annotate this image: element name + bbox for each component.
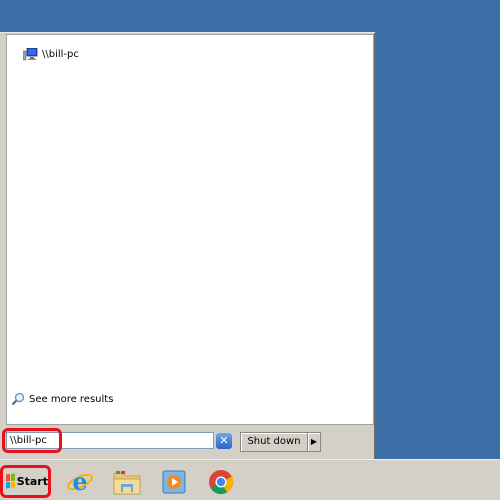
shut-down-button[interactable]: Shut down	[240, 432, 308, 452]
start-menu-bottom-bar: \\bill-pc ✕ Shut down ▶	[0, 425, 374, 459]
clear-search-button[interactable]: ✕	[216, 433, 232, 449]
see-more-results-link[interactable]: See more results	[11, 392, 113, 406]
taskbar-windows-media-player[interactable]	[160, 468, 188, 496]
taskbar-google-chrome[interactable]	[207, 468, 235, 496]
search-results-pane: \\bill-pc See more results	[6, 34, 374, 425]
shut-down-options-button[interactable]: ▶	[308, 432, 321, 452]
windows-logo-icon	[6, 473, 15, 489]
computer-icon	[22, 47, 38, 61]
search-result-bill-pc[interactable]: \\bill-pc	[22, 46, 79, 62]
internet-explorer-icon: e	[67, 467, 93, 496]
close-icon: ✕	[219, 434, 229, 447]
start-button[interactable]: Start	[2, 466, 48, 496]
chrome-icon	[209, 470, 233, 495]
start-label: Start	[16, 474, 48, 488]
search-icon	[11, 392, 25, 406]
svg-text:e: e	[72, 468, 87, 496]
start-menu: \\bill-pc See more results \\bill-pc ✕ S…	[0, 32, 376, 459]
see-more-results-label: See more results	[29, 393, 114, 405]
chevron-right-icon: ▶	[310, 437, 318, 446]
taskbar-internet-explorer[interactable]: e	[66, 467, 94, 496]
media-player-icon	[162, 470, 186, 494]
search-result-label: \\bill-pc	[42, 48, 79, 60]
folder-icon	[113, 471, 141, 495]
taskbar-windows-explorer[interactable]	[112, 468, 141, 496]
search-input[interactable]: \\bill-pc	[6, 432, 214, 449]
taskbar: Start e	[0, 459, 500, 500]
